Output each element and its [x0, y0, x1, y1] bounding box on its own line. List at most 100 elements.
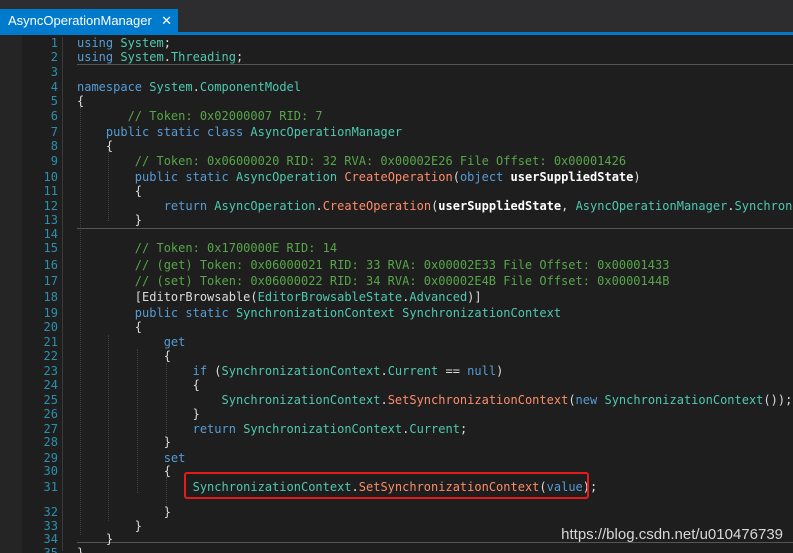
code-line-15: // Token: 0x1700000E RID: 14: [77, 241, 337, 255]
brace: }: [105, 532, 114, 546]
attribute-name: EditorBrowsable: [142, 290, 251, 304]
code-line-20: {: [77, 320, 142, 334]
enum-member: Advanced: [409, 290, 468, 304]
code-line-8: {: [77, 139, 113, 153]
code-line-22: {: [77, 349, 171, 363]
keyword: new: [575, 393, 598, 407]
comment: // (get) Token: 0x06000021 RID: 33 RVA: …: [134, 258, 670, 272]
brace: }: [134, 213, 143, 227]
type-name: SynchronizationContext: [221, 393, 381, 407]
brace: }: [163, 505, 171, 519]
line-number: 1: [50, 36, 58, 50]
code-line-13: }: [77, 213, 142, 227]
punctuation: [: [134, 290, 143, 304]
tab-async-operation-manager[interactable]: AsyncOperationManager ✕: [0, 9, 178, 32]
type-name: AsyncOperationManager: [250, 125, 403, 139]
property-name: Current: [387, 364, 439, 378]
code-line-34: }: [77, 532, 113, 546]
punctuation: ());: [763, 393, 793, 407]
code-line-1: using System;: [77, 36, 171, 50]
namespace-name: ComponentModel: [199, 80, 302, 94]
line-number: 25: [43, 393, 58, 407]
brace: }: [163, 435, 171, 449]
namespace-name: System: [120, 36, 164, 50]
line-number: 14: [43, 227, 58, 241]
keyword: if: [192, 364, 208, 378]
keyword: object: [459, 170, 504, 184]
namespace-name: System: [120, 50, 164, 64]
type-name: AsyncOperation: [235, 170, 338, 184]
line-number: 26: [43, 407, 58, 421]
punctuation: (: [250, 290, 258, 304]
punctuation: .: [380, 364, 388, 378]
line-number: 3: [50, 65, 58, 79]
line-number: 22: [43, 349, 58, 363]
close-icon[interactable]: ✕: [161, 14, 172, 27]
namespace-name: System: [149, 80, 193, 94]
line-number-gutter: 1 2 3 4 5 6 7 8 9 10 11 12 13 14 15 16 17 18 19 20 21 22 23 24 2…: [22, 35, 58, 553]
line-number: 31: [43, 480, 58, 494]
comment: // Token: 0x1700000E RID: 14: [134, 241, 338, 255]
code-line-26: }: [77, 407, 200, 421]
line-number: 29: [43, 451, 58, 465]
punctuation: ;: [235, 50, 244, 64]
line-number: 34: [43, 532, 58, 546]
comment: // (set) Token: 0x06000022 RID: 34 RVA: …: [134, 274, 670, 288]
line-number: 28: [43, 435, 58, 449]
punctuation: ,: [561, 199, 576, 213]
line-number: 24: [43, 378, 58, 392]
punctuation: ;: [459, 422, 468, 436]
brace: {: [163, 349, 171, 363]
watermark: https://blog.csdn.net/u010476739: [561, 526, 783, 543]
keyword: return: [192, 422, 236, 436]
line-number: 19: [43, 306, 58, 320]
brace: {: [163, 464, 171, 478]
code-line-23: if (SynchronizationContext.Current == nu…: [77, 364, 504, 378]
line-number: 17: [43, 274, 58, 288]
code-line-7: public static class AsyncOperationManage…: [77, 125, 402, 139]
parameter-name: userSuppliedState: [510, 170, 634, 184]
line-number: 23: [43, 364, 58, 378]
type-name: SynchronizationContext: [243, 422, 403, 436]
line-number: 8: [50, 139, 58, 153]
punctuation: (: [452, 170, 460, 184]
line-number: 32: [43, 505, 58, 519]
line-number: 18: [43, 290, 58, 304]
code-line-17: // (set) Token: 0x06000022 RID: 34 RVA: …: [77, 274, 670, 288]
line-number: 33: [43, 519, 58, 533]
line-number: 15: [43, 241, 58, 255]
code-line-35: }: [77, 546, 84, 553]
punctuation: .: [380, 393, 388, 407]
code-line-6: // Token: 0x02000007 RID: 7: [77, 109, 323, 123]
line-number: 20: [43, 320, 58, 334]
property-name: SynchronizationContext: [402, 306, 562, 320]
code-editor[interactable]: 1 2 3 4 5 6 7 8 9 10 11 12 13 14 15 16 17 18 19 20 21 22 23 24 2…: [0, 35, 793, 553]
namespace-name: Threading: [170, 50, 236, 64]
line-number: 16: [43, 258, 58, 272]
brace: {: [77, 94, 85, 108]
code-line-24: {: [77, 378, 200, 392]
line-number: 13: [43, 213, 58, 227]
code-line-28: }: [77, 435, 171, 449]
brace: }: [134, 519, 143, 533]
keyword: using: [77, 50, 114, 64]
punctuation: .: [163, 50, 171, 64]
keyword: public static: [134, 306, 229, 320]
line-number: 30: [43, 464, 58, 478]
code-line-9: // Token: 0x06000020 RID: 32 RVA: 0x0000…: [77, 154, 626, 168]
line-number: 10: [43, 170, 58, 184]
line-separator: [77, 64, 793, 65]
keyword: set: [163, 451, 186, 465]
code-line-33: }: [77, 519, 142, 533]
code-line-11: {: [77, 184, 142, 198]
method-name: CreateOperation: [344, 170, 453, 184]
tab-bar: AsyncOperationManager ✕: [0, 0, 793, 36]
punctuation: (: [207, 364, 222, 378]
code-line-2: using System.Threading;: [77, 50, 243, 64]
editor-left-margin: [0, 35, 22, 553]
punctuation: .: [315, 199, 323, 213]
method-name: CreateOperation: [322, 199, 432, 213]
code-line-5: {: [77, 94, 84, 108]
keyword: public static class: [105, 125, 244, 139]
brace: {: [134, 320, 143, 334]
